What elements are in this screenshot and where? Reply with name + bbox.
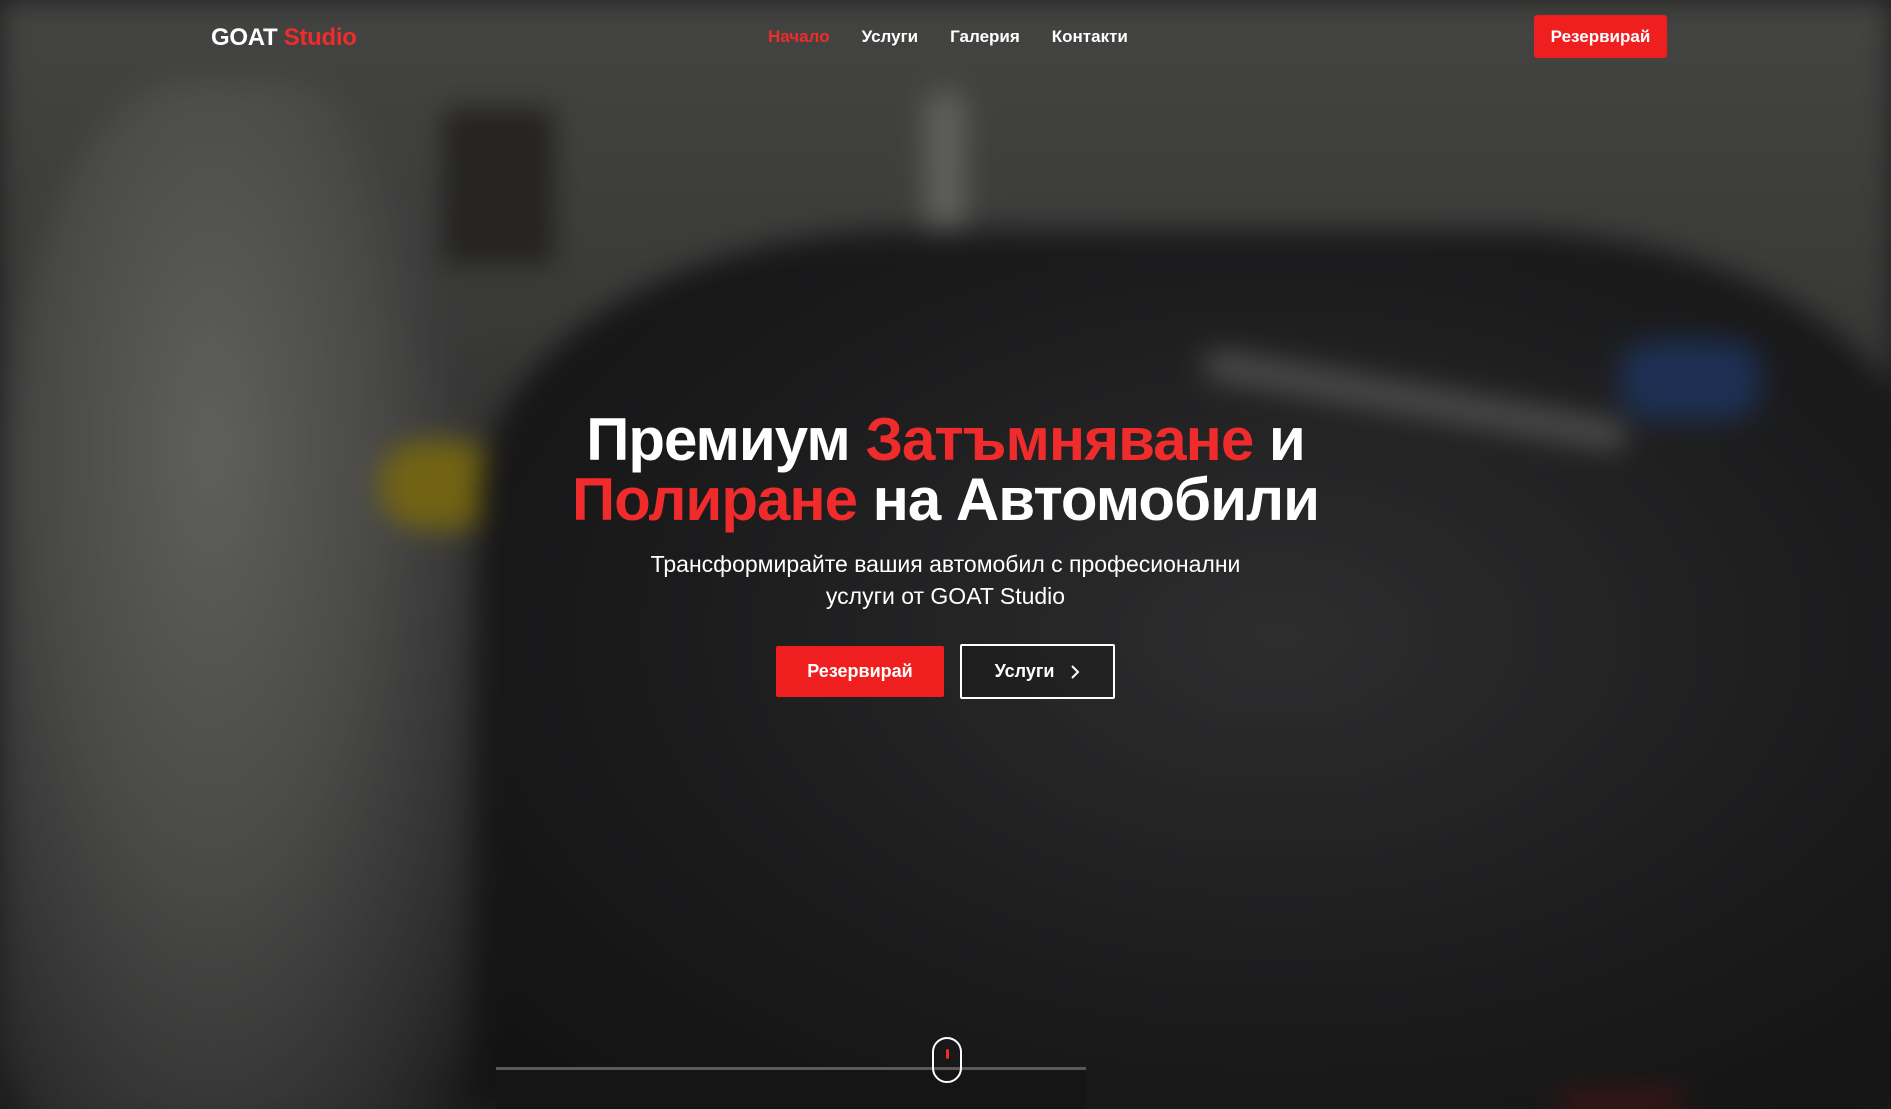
- nav-item-gallery[interactable]: Галерия: [950, 27, 1020, 47]
- hero-actions: Резервирай Услуги: [0, 644, 1891, 699]
- hero-content: Премиум Затъмняване и Полиране на Автомо…: [0, 410, 1891, 699]
- mouse-scroll-icon[interactable]: [932, 1037, 962, 1083]
- hero-title-accent2: Полиране: [572, 466, 858, 533]
- hero-title-accent1: Затъмняване: [865, 406, 1254, 473]
- hero-title-part3: на Автомобили: [856, 466, 1320, 533]
- main-menu: Начало Услуги Галерия Контакти: [768, 27, 1128, 47]
- nav-item-services[interactable]: Услуги: [862, 27, 919, 47]
- hero-services-button[interactable]: Услуги: [960, 644, 1115, 699]
- scroll-wheel-indicator: [946, 1049, 949, 1059]
- background-laptop-edge: [496, 1067, 1086, 1109]
- nav-book-button[interactable]: Резервирай: [1534, 15, 1667, 58]
- hero-section: GOAT Studio Начало Услуги Галерия Контак…: [0, 0, 1891, 1109]
- hero-services-label: Услуги: [994, 661, 1055, 681]
- brand-name-accent: Studio: [283, 24, 357, 51]
- brand-logo[interactable]: GOAT Studio: [211, 24, 357, 52]
- hero-subtitle: Трансформирайте вашия автомобил с профес…: [650, 551, 1241, 609]
- hero-title: Премиум Затъмняване и Полиране на Автомо…: [0, 410, 1891, 530]
- nav-item-home[interactable]: Начало: [768, 27, 830, 47]
- hero-title-part2: и: [1253, 406, 1306, 473]
- hero-title-part1: Премиум: [586, 406, 866, 473]
- nav-item-contacts[interactable]: Контакти: [1052, 27, 1128, 47]
- hero-book-button[interactable]: Резервирай: [776, 646, 944, 697]
- chevron-right-icon: [1071, 664, 1080, 679]
- navbar: GOAT Studio Начало Услуги Галерия Контак…: [0, 0, 1891, 74]
- brand-name-primary: GOAT: [211, 24, 278, 51]
